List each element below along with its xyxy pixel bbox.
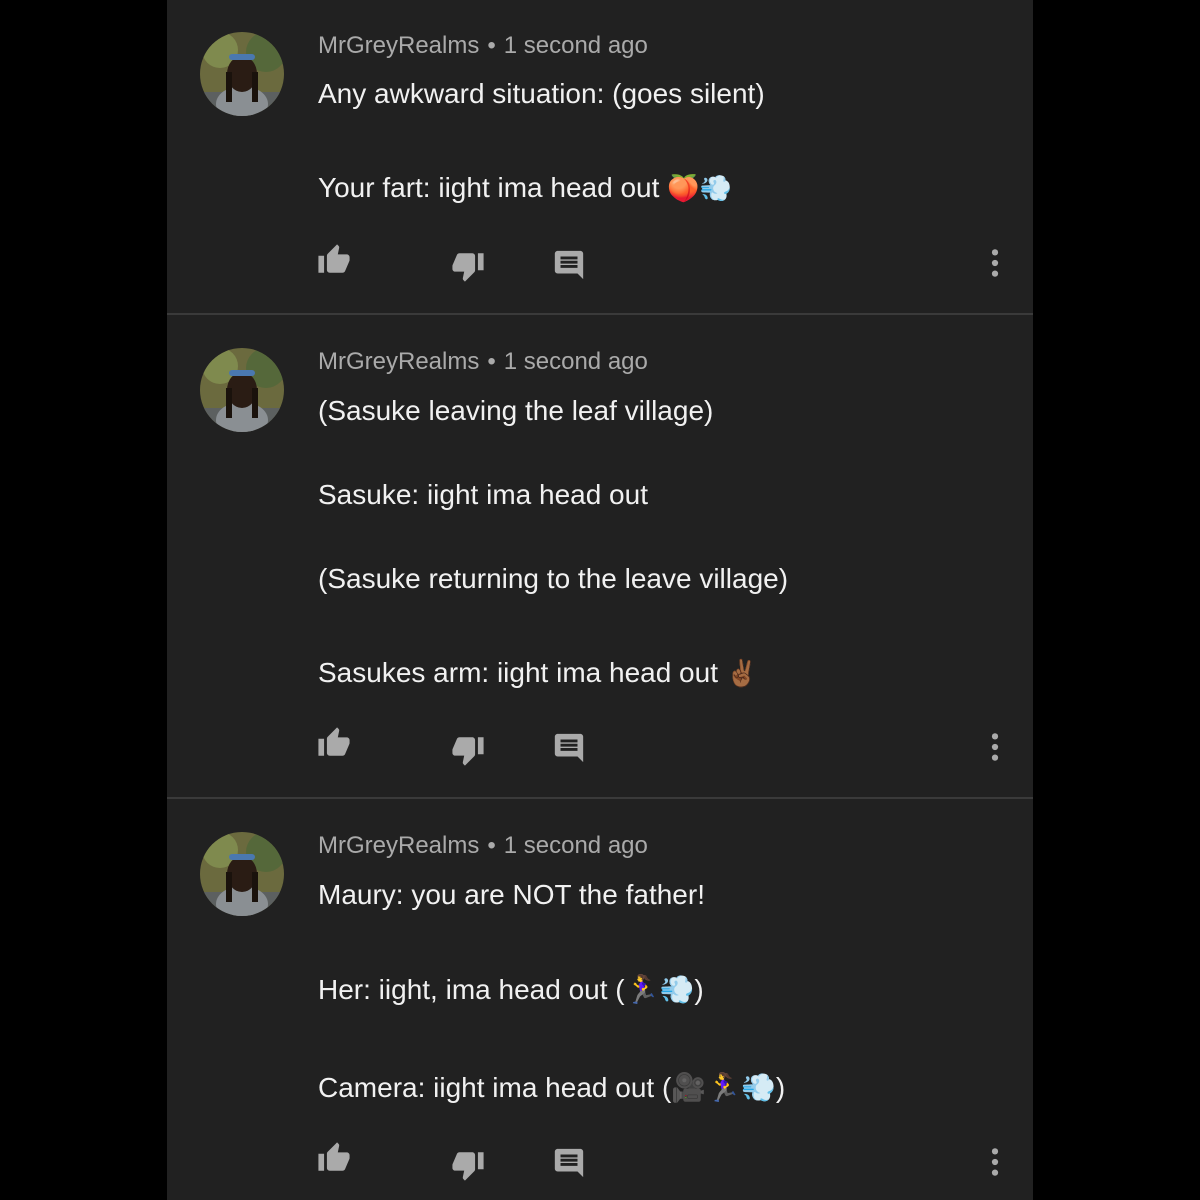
comment-meta: MrGreyRealms • 1 second ago xyxy=(318,832,648,860)
more-vert-icon xyxy=(991,249,999,277)
more-options-button[interactable] xyxy=(975,243,1015,283)
comment-icon xyxy=(554,1148,584,1178)
avatar[interactable] xyxy=(200,832,284,916)
thumbs-up-icon xyxy=(318,244,350,273)
reply-button[interactable] xyxy=(549,245,589,285)
comment-meta: MrGreyRealms • 1 second ago xyxy=(318,32,648,60)
comment-text-line: Maury: you are NOT the father! xyxy=(318,879,705,910)
reply-button[interactable] xyxy=(549,1143,589,1183)
avatar[interactable] xyxy=(200,32,284,116)
timestamp[interactable]: 1 second ago xyxy=(504,348,648,375)
meta-separator: • xyxy=(487,348,496,375)
timestamp[interactable]: 1 second ago xyxy=(504,832,648,859)
like-button[interactable] xyxy=(314,240,354,280)
thumbs-up-icon xyxy=(318,1142,350,1171)
comments-panel: MrGreyRealms • 1 second ago Any awkward si… xyxy=(167,0,1033,1200)
reply-button[interactable] xyxy=(549,728,589,768)
more-vert-icon xyxy=(991,733,999,761)
more-options-button[interactable] xyxy=(975,1142,1015,1182)
thumbs-down-icon xyxy=(452,253,484,282)
comment-text-line: Camera: iight ima head out (🎥🏃‍♀️💨) xyxy=(318,1072,786,1103)
comment-text-line: (Sasuke leaving the leaf village) xyxy=(318,395,714,426)
emoji: ✌🏾 xyxy=(725,659,759,689)
author-name[interactable]: MrGreyRealms xyxy=(318,32,479,59)
thumbs-up-icon xyxy=(318,727,350,756)
comment-text-line: Her: iight, ima head out (🏃‍♀️💨) xyxy=(318,974,704,1005)
author-name[interactable]: MrGreyRealms xyxy=(318,348,479,375)
author-name[interactable]: MrGreyRealms xyxy=(318,832,479,859)
divider xyxy=(167,797,1033,799)
dislike-button[interactable] xyxy=(448,246,488,286)
avatar[interactable] xyxy=(200,348,284,432)
timestamp[interactable]: 1 second ago xyxy=(504,32,648,59)
comment-text-line: Sasuke: iight ima head out xyxy=(318,479,648,510)
like-button[interactable] xyxy=(314,1138,354,1178)
dislike-button[interactable] xyxy=(448,730,488,770)
more-vert-icon xyxy=(991,1148,999,1176)
comment-icon xyxy=(554,733,584,763)
comment-text-line: Any awkward situation: (goes silent) xyxy=(318,78,765,109)
emoji: 🍑💨 xyxy=(667,174,732,204)
more-options-button[interactable] xyxy=(975,727,1015,767)
dislike-button[interactable] xyxy=(448,1145,488,1185)
thumbs-down-icon xyxy=(452,1152,484,1181)
comment-meta: MrGreyRealms • 1 second ago xyxy=(318,348,648,376)
meta-separator: • xyxy=(487,832,496,859)
comment-icon xyxy=(554,250,584,280)
comment-text-line: (Sasuke returning to the leave village) xyxy=(318,563,789,594)
comment-text-line: Sasukes arm: iight ima head out ✌🏾 xyxy=(318,657,759,689)
meta-separator: • xyxy=(487,32,496,59)
divider xyxy=(167,313,1033,315)
like-button[interactable] xyxy=(314,723,354,763)
comment-text-line: Your fart: iight ima head out 🍑💨 xyxy=(318,172,732,204)
thumbs-down-icon xyxy=(452,737,484,766)
